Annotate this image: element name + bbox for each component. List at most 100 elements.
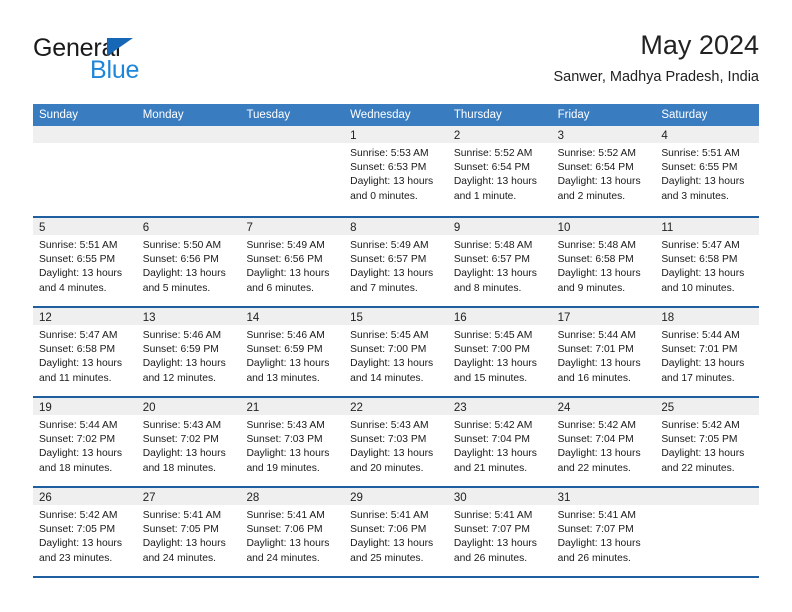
sunrise-time: Sunrise: 5:41 AM [142,510,222,521]
day-details: Sunrise: 5:41 AM Sunset: 7:07 PM Daylight:… [552,505,656,566]
calendar-day-cell[interactable]: 19 Sunrise: 5:44 AM Sunset: 7:02 PM Dayligh… [33,398,137,486]
daylight-duration-line2: and 1 minute. [453,190,517,202]
calendar-day-cell[interactable]: 1 Sunrise: 5:53 AM Sunset: 6:53 PM Daylight… [344,126,448,216]
day-details: Sunrise: 5:47 AM Sunset: 6:58 PM Daylight:… [655,235,759,296]
calendar-day-cell[interactable]: 4 Sunrise: 5:51 AM Sunset: 6:55 PM Daylight… [655,126,760,216]
daylight-duration-line1: Daylight: 13 hours [142,538,226,550]
calendar-day-cell[interactable]: 13 Sunrise: 5:46 AM Sunset: 6:59 PM Dayligh… [136,308,241,396]
day-number: 20 [142,402,156,414]
day-details: Sunrise: 5:52 AM Sunset: 6:54 PM Daylight:… [448,143,552,204]
calendar-day-cell[interactable]: 30 Sunrise: 5:41 AM Sunset: 7:07 PM Dayligh… [447,488,552,576]
day-number-band: 31 [551,488,656,505]
daylight-duration-line2: and 16 minutes. [557,372,631,384]
day-details: Sunrise: 5:42 AM Sunset: 7:04 PM Daylight:… [552,415,656,476]
day-number: 27 [142,492,156,504]
day-details: Sunrise: 5:53 AM Sunset: 6:53 PM Daylight:… [344,143,448,204]
calendar-week-row: 12 Sunrise: 5:47 AM Sunset: 6:58 PM Dayligh… [33,306,760,396]
sunset-time: Sunset: 7:06 PM [350,524,427,536]
calendar-day-cell[interactable]: 26 Sunrise: 5:42 AM Sunset: 7:05 PM Dayligh… [33,488,137,576]
calendar-day-cell[interactable]: 22 Sunrise: 5:43 AM Sunset: 7:03 PM Dayligh… [344,398,448,486]
calendar-day-cell[interactable]: 2 Sunrise: 5:52 AM Sunset: 6:54 PM Daylight… [447,126,552,216]
calendar-day-cell[interactable]: 16 Sunrise: 5:45 AM Sunset: 7:00 PM Dayligh… [447,308,552,396]
calendar-day-cell[interactable]: 31 Sunrise: 5:41 AM Sunset: 7:07 PM Dayligh… [551,488,656,576]
day-number: 12 [39,312,52,324]
daylight-duration-line2: and 19 minutes. [246,462,320,474]
sunset-time: Sunset: 6:55 PM [39,254,116,266]
day-number: 2 [453,130,461,142]
day-number-band: 16 [447,308,552,325]
daylight-duration-line2: and 21 minutes. [453,462,528,474]
daylight-duration-line2: and 26 minutes. [453,552,528,564]
calendar-day-cell[interactable]: 6 Sunrise: 5:50 AM Sunset: 6:56 PM Daylight… [136,218,241,306]
day-number-band [240,126,345,143]
sunrise-time: Sunrise: 5:52 AM [557,148,637,159]
daylight-duration-line2: and 11 minutes. [39,372,112,384]
daylight-duration-line2: and 15 minutes. [453,372,528,384]
calendar-day-cell[interactable]: 12 Sunrise: 5:47 AM Sunset: 6:58 PM Dayligh… [33,308,137,396]
day-details: Sunrise: 5:43 AM Sunset: 7:03 PM Daylight:… [344,415,448,476]
sunset-time: Sunset: 7:00 PM [350,344,427,356]
calendar-day-cell[interactable]: 24 Sunrise: 5:42 AM Sunset: 7:04 PM Dayligh… [551,398,656,486]
calendar-day-cell[interactable]: 23 Sunrise: 5:42 AM Sunset: 7:04 PM Dayligh… [447,398,552,486]
daylight-duration-line2: and 17 minutes. [661,372,735,384]
day-details: Sunrise: 5:41 AM Sunset: 7:06 PM Daylight:… [344,505,448,566]
day-number: 26 [39,492,52,504]
day-details: Sunrise: 5:49 AM Sunset: 6:57 PM Daylight:… [344,235,448,296]
calendar-day-cell[interactable]: 5 Sunrise: 5:51 AM Sunset: 6:55 PM Daylight… [33,218,137,306]
daylight-duration-line2: and 10 minutes. [661,282,735,294]
sunrise-time: Sunrise: 5:41 AM [350,510,429,521]
calendar-page: General Blue May 2024 Sanwer, Madhya Pra… [0,0,792,612]
day-number: 3 [557,130,564,142]
sunset-time: Sunset: 7:04 PM [453,434,531,446]
daylight-duration-line1: Daylight: 13 hours [142,448,226,460]
calendar-day-cell[interactable]: 18 Sunrise: 5:44 AM Sunset: 7:01 PM Dayligh… [655,308,760,396]
daylight-duration-line2: and 23 minutes. [39,552,113,564]
calendar-day-cell[interactable]: 17 Sunrise: 5:44 AM Sunset: 7:01 PM Dayligh… [551,308,656,396]
title-block: May 2024 Sanwer, Madhya Pradesh, India [553,28,759,88]
sunset-time: Sunset: 6:54 PM [453,162,531,174]
day-number-band: 8 [344,218,448,235]
calendar-day-cell[interactable]: 28 Sunrise: 5:41 AM Sunset: 7:06 PM Dayligh… [240,488,345,576]
sunset-time: Sunset: 6:59 PM [142,344,219,356]
day-number: 16 [453,312,467,324]
day-number-band: 4 [655,126,760,143]
day-number-band: 21 [240,398,345,415]
sunrise-time: Sunrise: 5:43 AM [350,420,429,431]
day-details: Sunrise: 5:52 AM Sunset: 6:54 PM Daylight:… [552,143,656,204]
sunset-time: Sunset: 6:53 PM [350,162,427,174]
day-details: Sunrise: 5:45 AM Sunset: 7:00 PM Daylight:… [448,325,552,386]
sunrise-time: Sunrise: 5:44 AM [557,330,637,341]
calendar-day-cell[interactable]: 27 Sunrise: 5:41 AM Sunset: 7:05 PM Dayligh… [136,488,241,576]
sunset-time: Sunset: 6:58 PM [39,344,116,356]
daylight-duration-line1: Daylight: 13 hours [39,448,122,460]
calendar-day-cell[interactable]: 29 Sunrise: 5:41 AM Sunset: 7:06 PM Dayligh… [344,488,448,576]
daylight-duration-line2: and 0 minutes. [350,190,418,202]
calendar-day-cell[interactable]: 21 Sunrise: 5:43 AM Sunset: 7:03 PM Dayligh… [240,398,345,486]
daylight-duration-line2: and 14 minutes. [350,372,424,384]
day-details: Sunrise: 5:44 AM Sunset: 7:01 PM Daylight:… [655,325,759,386]
calendar-day-cell[interactable]: 25 Sunrise: 5:42 AM Sunset: 7:05 PM Dayligh… [655,398,760,486]
calendar-day-cell[interactable]: 3 Sunrise: 5:52 AM Sunset: 6:54 PM Daylight… [551,126,656,216]
calendar-day-cell[interactable]: 7 Sunrise: 5:49 AM Sunset: 6:56 PM Daylight… [240,218,345,306]
sunrise-time: Sunrise: 5:42 AM [453,420,533,431]
day-details: Sunrise: 5:43 AM Sunset: 7:03 PM Daylight:… [240,415,344,476]
sunset-time: Sunset: 6:56 PM [246,254,323,266]
calendar-day-cell[interactable]: 11 Sunrise: 5:47 AM Sunset: 6:58 PM Dayligh… [655,218,760,306]
calendar-day-cell[interactable]: 10 Sunrise: 5:48 AM Sunset: 6:58 PM Dayligh… [551,218,656,306]
daylight-duration-line2: and 8 minutes. [453,282,522,294]
daylight-duration-line2: and 24 minutes. [246,552,320,564]
sunrise-time: Sunrise: 5:41 AM [246,510,325,521]
day-details: Sunrise: 5:42 AM Sunset: 7:05 PM Daylight:… [655,415,759,476]
calendar-day-cell[interactable]: 8 Sunrise: 5:49 AM Sunset: 6:57 PM Daylight… [344,218,448,306]
sunset-time: Sunset: 6:56 PM [142,254,219,266]
sunset-time: Sunset: 7:03 PM [246,434,323,446]
sunrise-time: Sunrise: 5:45 AM [350,330,429,341]
sunset-time: Sunset: 7:07 PM [557,524,634,536]
calendar-day-cell[interactable]: 14 Sunrise: 5:46 AM Sunset: 6:59 PM Dayligh… [240,308,345,396]
day-number-band: 23 [447,398,552,415]
calendar-day-cell[interactable]: 20 Sunrise: 5:43 AM Sunset: 7:02 PM Dayligh… [136,398,241,486]
calendar-day-cell[interactable]: 9 Sunrise: 5:48 AM Sunset: 6:57 PM Daylight… [447,218,552,306]
day-number: 4 [661,130,668,142]
day-number: 5 [39,222,46,234]
calendar-day-cell[interactable]: 15 Sunrise: 5:45 AM Sunset: 7:00 PM Dayligh… [344,308,448,396]
